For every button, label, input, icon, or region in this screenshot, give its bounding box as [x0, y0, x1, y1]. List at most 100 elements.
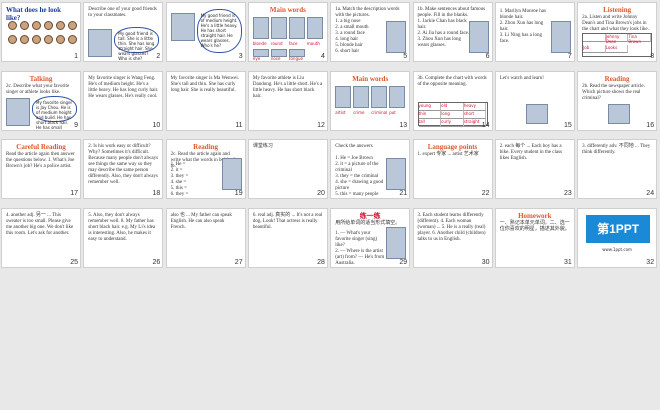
- table-cell: thin: [418, 110, 442, 119]
- vocab-word: crime: [353, 109, 365, 115]
- slide-thumbnail[interactable]: Homework 一、熟记本单元单词。二、选一位你喜欢的明星，描述其外貌。 31: [494, 207, 575, 268]
- slide-thumbnail[interactable]: 3. differently adv. 不同地 ... They think d…: [577, 139, 658, 199]
- slide-text: 1a. Match the description words with the…: [335, 7, 400, 18]
- slide-thumbnail[interactable]: My favorite singer is Ma Wenwei. She's t…: [165, 70, 246, 131]
- face-icon: [32, 35, 41, 44]
- slide-number: 4: [320, 53, 325, 60]
- slide-image: [468, 21, 489, 53]
- slide-text: 2a. Listen and write Johnny Dean's and T…: [582, 15, 649, 32]
- slide-thumbnail[interactable]: 4. another adj. 另一 ... This sweater is t…: [1, 207, 81, 268]
- slide-thumbnail[interactable]: Language points 1. expert 专家 ... artist 艺…: [412, 139, 493, 199]
- slide-thumbnail[interactable]: Listening 2a. Listen and write Johnny Dea…: [577, 2, 658, 62]
- table-cell: [583, 34, 606, 42]
- list-item: 2. it = a picture of the criminal: [335, 162, 379, 173]
- slide-thumbnail[interactable]: 2. Is his work easy or difficult? Why? S…: [83, 139, 164, 199]
- slide-text: also 也 ... My father can speak English. …: [170, 212, 232, 230]
- slide-text: Read the article again then answer the q…: [6, 152, 75, 169]
- slide-text: 5. Also, they don't always remember well…: [88, 212, 156, 242]
- slide-number: 2: [156, 53, 161, 60]
- slide-image: [525, 103, 548, 124]
- slide-thumbnail[interactable]: 5. Also, they don't always remember well…: [83, 207, 164, 268]
- face-icon: [56, 35, 65, 44]
- person-image: [6, 97, 30, 126]
- list-item: 4. she = drawing a good picture: [335, 180, 384, 191]
- slide-thumbnail[interactable]: 练一练 用所给单词的适当形式填空。 1. — What's your favorit…: [330, 207, 411, 268]
- slide-text: Describe one of your good friends to you…: [88, 7, 157, 18]
- slide-title: Reading: [193, 143, 219, 151]
- slide-thumbnail[interactable]: 课堂练习 20: [247, 139, 328, 199]
- slide-thumbnail[interactable]: 3. Each student learns differently (diff…: [412, 207, 493, 268]
- vocab-image: [252, 49, 269, 57]
- slide-thumbnail[interactable]: 2. each 每个 ... Each boy has a bike. Ever…: [494, 139, 575, 199]
- slide-thumbnail[interactable]: Careful Reading Read the article again th…: [1, 139, 81, 199]
- slide-number: 14: [481, 121, 490, 129]
- slide-text: 一、熟记本单元单词。二、选一位你喜欢的明星，描述其外貌。: [499, 220, 570, 232]
- slide-list: 1. a big nose 2. a small mouth 3. a round …: [335, 19, 387, 55]
- slide-number: 27: [234, 258, 243, 266]
- slide-text: My favorite singer is Ma Wenwei. She's t…: [170, 75, 239, 93]
- slide-thumbnail[interactable]: 3b. Complete the chart with words of the…: [412, 70, 493, 131]
- slide-text: 1b. Make sentences about famous people. …: [417, 7, 486, 18]
- slide-thumbnail[interactable]: My favorite athlete is Liu Dandong. He's…: [247, 70, 328, 131]
- vocab-image: [288, 49, 305, 57]
- slide-number: 24: [646, 190, 655, 197]
- slide-number: 9: [74, 121, 78, 129]
- slide-list: 1. Jackie Chan has black hair. 2. Ai Jia …: [418, 19, 470, 49]
- slide-thumbnail[interactable]: also 也 ... My father can speak English. …: [165, 207, 246, 268]
- vocab-word: blonde: [252, 41, 267, 46]
- slide-thumbnail[interactable]: Main words artist crime criminal put 13: [330, 70, 411, 131]
- slide-number: 11: [235, 121, 243, 129]
- vocab-image: [270, 49, 287, 57]
- chart-table: young old heavy thin long short tall curly strai…: [417, 101, 488, 127]
- ppt-logo-url: www.1ppt.com: [602, 246, 632, 252]
- list-item: 3. Li Ning has a long face.: [499, 33, 543, 44]
- slide-thumbnail[interactable]: 1. Marilyn Monroe has blonde hair. 2. Zho…: [494, 2, 575, 62]
- slide-title: Main words: [352, 74, 389, 83]
- slide-image: [386, 21, 407, 53]
- face-icon: [68, 35, 77, 44]
- slide-thumbnail[interactable]: My favorite singer is Wang Feng. He's of…: [83, 70, 164, 131]
- slide-title: 练一练: [359, 211, 381, 220]
- slide-title: Language points: [427, 143, 478, 151]
- slide-thumbnail[interactable]: 第1PPT www.1ppt.com 32: [577, 207, 658, 268]
- face-icon: [8, 35, 17, 44]
- slide-thumbnail[interactable]: What does he look like? 1: [1, 2, 81, 62]
- slide-number: 23: [564, 190, 572, 197]
- slide-thumbnail[interactable]: Reading 2c. Read the article again and wr…: [165, 139, 246, 199]
- slide-number: 32: [646, 258, 655, 266]
- slide-thumbnail[interactable]: 1a. Match the description words with the…: [330, 2, 411, 62]
- slide-thumbnail[interactable]: Reading 2b. Read the newspaper article. W…: [577, 70, 658, 131]
- list-item: 1. Jackie Chan has black hair.: [417, 19, 467, 30]
- slide-thumbnail[interactable]: Main words blonde round face mouth eye nose ton…: [247, 2, 328, 62]
- table-cell: Job: [583, 45, 606, 53]
- slide-number: 17: [70, 190, 78, 197]
- vocab-word: mouth: [306, 41, 320, 46]
- list-item: 1. Marilyn Monroe has blonde hair.: [499, 9, 546, 20]
- vocab-image: [353, 85, 370, 108]
- slide-image: [386, 158, 407, 190]
- slide-thumbnail[interactable]: 6. real adj. 真实的 ... It's not a real dog…: [247, 207, 328, 268]
- slide-text: 2b. Read the newspaper article. Which pi…: [582, 83, 645, 101]
- slide-sorter: What does he look like? 1 Describe one of …: [0, 0, 660, 410]
- table-cell: Johnny Dean: [605, 34, 629, 44]
- person-image: [170, 13, 195, 41]
- table-cell: short: [463, 110, 487, 119]
- slide-number: 25: [70, 258, 78, 266]
- slide-thumbnail[interactable]: Describe one of your good friends to you…: [83, 2, 164, 62]
- slide-thumbnail[interactable]: 1b. Make sentences about famous people. …: [412, 2, 493, 62]
- slide-thumbnail[interactable]: My good friend is of medium height. He's…: [165, 2, 246, 62]
- slide-number: 12: [317, 121, 325, 129]
- vocab-image: [252, 17, 269, 39]
- slide-thumbnail[interactable]: Talking 2c. Describe what your favorite s…: [1, 70, 81, 131]
- slide-text: 2c. Describe what your favorite singer o…: [6, 83, 70, 95]
- slide-text: 2. Is his work easy or difficult? Why? S…: [88, 144, 159, 185]
- slide-thumbnail[interactable]: Let's watch and learn! 15: [494, 70, 575, 131]
- slide-thumbnail[interactable]: Check the answers 1. He = Joe Brown 2. it …: [330, 139, 411, 199]
- slide-number: 3: [238, 53, 243, 60]
- slide-number: 31: [564, 258, 572, 266]
- list-item: 2. Zhou Xun has long hair.: [499, 21, 544, 32]
- face-icon: [8, 21, 17, 30]
- slide-text: 3b. Complete the chart with words of the…: [417, 75, 487, 87]
- vocab-image: [389, 85, 406, 108]
- slide-text: Check the answers: [335, 144, 373, 149]
